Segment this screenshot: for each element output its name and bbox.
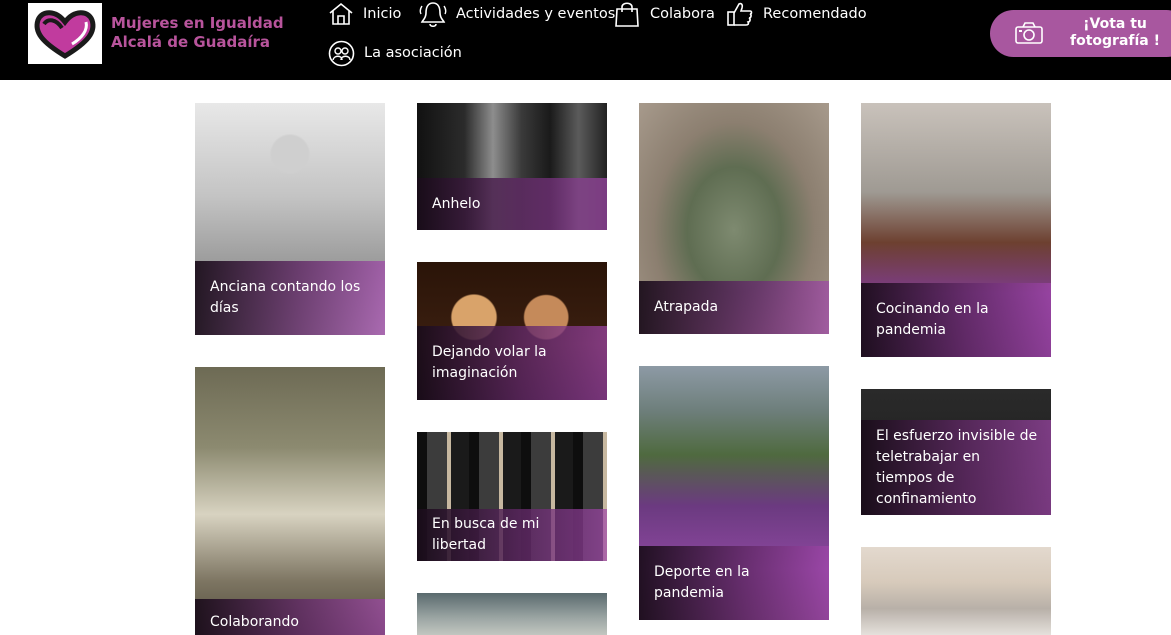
gallery-card[interactable]: Anciana contando los días bbox=[195, 103, 385, 335]
nav-recomendado-label: Recomendado bbox=[763, 6, 867, 22]
site-title-line1: Mujeres en Igualdad bbox=[111, 14, 284, 32]
gallery-photo bbox=[861, 547, 1051, 635]
vote-photo-button[interactable]: ¡Vota tu fotografía ! bbox=[990, 10, 1171, 57]
gallery-photo bbox=[417, 593, 607, 635]
gallery-caption: Anhelo bbox=[417, 178, 607, 230]
nav-recomendado[interactable]: Recomendado bbox=[726, 0, 867, 28]
gallery-caption: Dejando volar la imaginación bbox=[417, 326, 607, 400]
gallery-card[interactable]: El esfuerzo invisible de teletrabajar en… bbox=[861, 389, 1051, 515]
gallery-photo bbox=[195, 367, 385, 635]
thumbs-up-icon bbox=[727, 2, 753, 26]
gallery-card[interactable]: En busca de mi libertad bbox=[417, 432, 607, 561]
gallery-caption: El esfuerzo invisible de teletrabajar en… bbox=[861, 420, 1051, 515]
site-title[interactable]: Mujeres en Igualdad Alcalá de Guadaíra bbox=[111, 14, 284, 52]
site-header: Mujeres en Igualdad Alcalá de Guadaíra I… bbox=[0, 0, 1171, 80]
gallery-card[interactable]: Anhelo bbox=[417, 103, 607, 230]
gallery-card[interactable] bbox=[861, 547, 1051, 635]
gallery-caption: Colaborando bbox=[195, 599, 385, 635]
nav-asociacion-label: La asociación bbox=[364, 45, 462, 61]
logo[interactable] bbox=[28, 3, 102, 64]
vote-line1: ¡Vota tu bbox=[1083, 16, 1147, 32]
nav-inicio-label: Inicio bbox=[363, 6, 402, 22]
gallery-card[interactable]: Colaborando bbox=[195, 367, 385, 635]
gallery-caption: Cocinando en la pandemia bbox=[861, 283, 1051, 357]
gallery-caption: Anciana contando los días bbox=[195, 261, 385, 335]
site-title-line2: Alcalá de Guadaíra bbox=[111, 33, 271, 51]
gallery-card[interactable] bbox=[417, 593, 607, 635]
nav-actividades-label: Actividades y eventos bbox=[456, 6, 616, 22]
home-icon bbox=[329, 2, 353, 25]
gallery-card[interactable]: Deporte en la pandemia bbox=[639, 366, 829, 620]
gallery-card[interactable]: Cocinando en la pandemia bbox=[861, 103, 1051, 357]
gallery-caption: Atrapada bbox=[639, 281, 829, 334]
shopping-bag-icon bbox=[615, 2, 639, 27]
nav-actividades[interactable]: Actividades y eventos bbox=[419, 0, 615, 28]
people-circle-icon bbox=[328, 40, 355, 66]
gallery-card[interactable]: Atrapada bbox=[639, 103, 829, 334]
nav-inicio[interactable]: Inicio bbox=[328, 1, 401, 27]
vote-line2: fotografía ! bbox=[1070, 33, 1160, 49]
heart-logo-icon bbox=[34, 9, 96, 59]
nav-colabora[interactable]: Colabora bbox=[613, 0, 715, 28]
gallery-card[interactable]: Dejando volar la imaginación bbox=[417, 262, 607, 400]
gallery-caption: Deporte en la pandemia bbox=[639, 546, 829, 620]
camera-icon bbox=[1015, 22, 1043, 44]
nav-colabora-label: Colabora bbox=[650, 6, 715, 22]
bell-icon bbox=[419, 2, 447, 28]
vote-photo-label: ¡Vota tu fotografía ! bbox=[1070, 16, 1160, 50]
gallery-caption: En busca de mi libertad bbox=[417, 509, 607, 561]
nav-asociacion[interactable]: La asociación bbox=[328, 39, 462, 67]
